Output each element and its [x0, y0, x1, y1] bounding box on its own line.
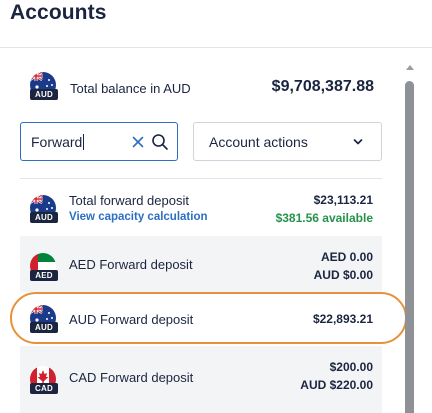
account-amount: $23,113.21: [313, 193, 373, 207]
accounts-panel: AUD Total balance in AUD $9,708,387.88 F…: [0, 48, 432, 413]
uae-flag-icon: AED: [30, 253, 58, 281]
search-icon[interactable]: [151, 133, 169, 151]
account-amount: $200.00: [329, 360, 373, 374]
total-balance-label: Total balance in AUD: [70, 81, 191, 96]
available-amount: $381.56 available: [275, 211, 373, 225]
close-icon[interactable]: [130, 134, 146, 150]
highlight-outline: [10, 292, 407, 344]
total-balance-value: $9,708,387.88: [271, 78, 374, 95]
account-name: CAD Forward deposit: [69, 370, 194, 385]
search-input[interactable]: Forward: [20, 122, 178, 161]
currency-code: AUD: [30, 212, 58, 223]
scrollbar[interactable]: [400, 59, 418, 413]
canada-flag-icon: CAD: [30, 366, 58, 394]
account-actions-label: Account actions: [209, 134, 308, 150]
account-row-cad[interactable]: CAD CAD Forward deposit $200.00 AUD $220…: [20, 346, 382, 413]
account-amount-aud: AUD $220.00: [300, 378, 373, 392]
currency-code: AUD: [30, 89, 58, 100]
view-capacity-link[interactable]: View capacity calculation: [69, 211, 208, 223]
australia-flag-icon: AUD: [30, 72, 58, 100]
page-title: Accounts: [10, 1, 107, 24]
account-name: Total forward deposit: [69, 193, 189, 208]
currency-code: CAD: [30, 383, 58, 394]
scroll-up-arrow-icon[interactable]: [406, 65, 414, 70]
account-name: AED Forward deposit: [69, 257, 193, 272]
account-actions-dropdown[interactable]: Account actions: [193, 122, 382, 161]
currency-code: AED: [30, 270, 58, 281]
search-input-value: Forward: [31, 134, 83, 150]
account-amount-aud: AUD $0.00: [313, 268, 373, 282]
account-row-total-forward[interactable]: AUD Total forward deposit View capacity …: [20, 179, 382, 236]
account-row-aed[interactable]: AED AED Forward deposit AED 0.00 AUD $0.…: [20, 236, 382, 292]
chevron-down-icon: [353, 139, 363, 145]
australia-flag-icon: AUD: [30, 195, 58, 223]
scroll-thumb[interactable]: [405, 81, 414, 413]
account-amount: AED 0.00: [320, 250, 373, 264]
